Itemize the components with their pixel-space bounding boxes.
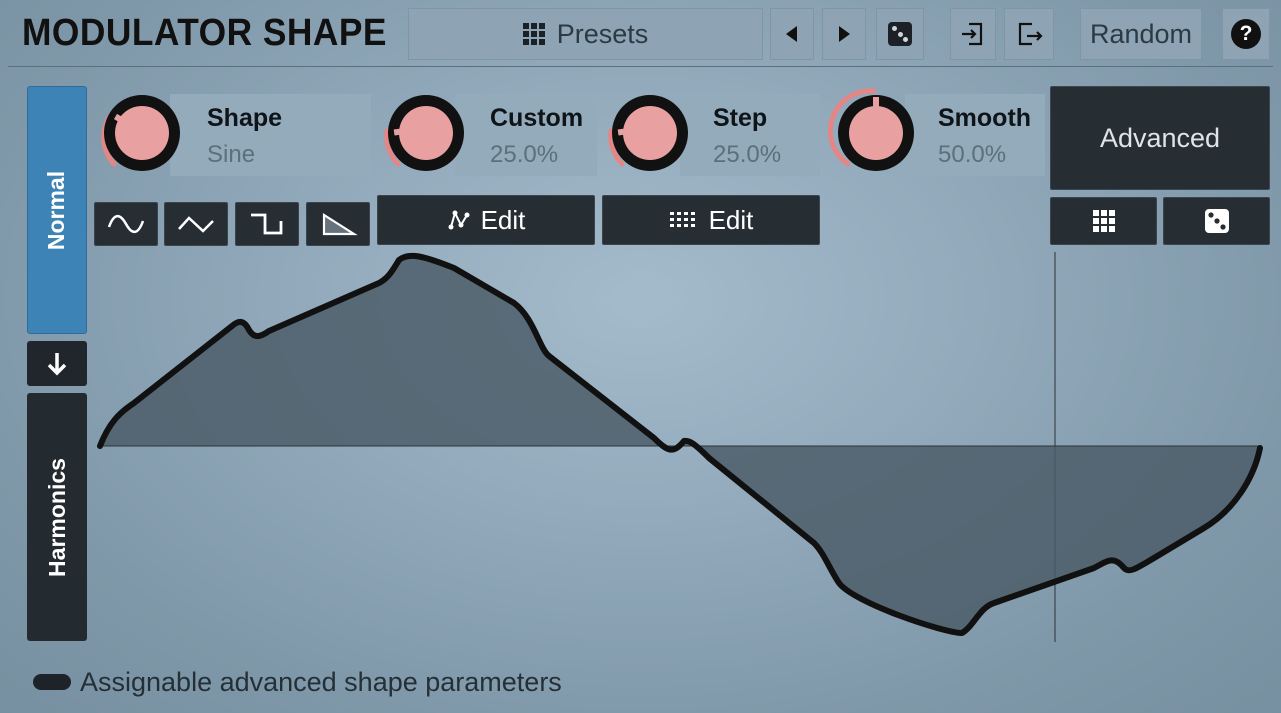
export-icon — [1018, 22, 1043, 46]
advanced-random-button[interactable] — [1163, 197, 1270, 245]
smooth-value: 50.0% — [938, 141, 1007, 168]
assignable-toggle[interactable] — [33, 674, 71, 690]
grid-icon — [1092, 210, 1115, 232]
grid-icon — [522, 23, 545, 45]
edit-custom-button[interactable]: Edit — [377, 195, 595, 245]
waveform-display[interactable] — [94, 248, 1270, 648]
tab-normal[interactable]: Normal — [27, 86, 87, 334]
title-divider — [8, 66, 1273, 67]
prev-icon — [786, 26, 797, 42]
move-down-button[interactable] — [27, 341, 87, 386]
dice-icon — [888, 22, 912, 46]
sine-shape-icon — [107, 214, 145, 234]
smooth-knob[interactable] — [828, 86, 920, 178]
import-icon — [962, 22, 983, 46]
custom-edit-icon — [448, 210, 470, 230]
previous-preset-button[interactable] — [770, 8, 814, 60]
tab-harmonics[interactable]: Harmonics — [27, 393, 87, 641]
advanced-button[interactable]: Advanced — [1050, 86, 1270, 190]
page-title: MODULATOR SHAPE — [22, 12, 387, 54]
import-button[interactable] — [950, 8, 996, 60]
tab-harmonics-label: Harmonics — [43, 457, 70, 577]
edit-custom-label: Edit — [480, 204, 526, 235]
next-preset-button[interactable] — [822, 8, 866, 60]
shape-label: Shape — [207, 104, 283, 132]
export-button[interactable] — [1004, 8, 1054, 60]
shape-knob[interactable] — [94, 86, 186, 178]
step-knob[interactable] — [602, 86, 694, 178]
tab-normal-label: Normal — [43, 170, 70, 250]
assignable-label: Assignable advanced shape parameters — [80, 667, 562, 697]
down-arrow-icon — [47, 352, 67, 375]
saw-shape-icon — [322, 213, 358, 236]
help-icon: ? — [1231, 19, 1261, 49]
saw-shape-button[interactable] — [306, 202, 370, 246]
presets-button[interactable]: Presets — [408, 8, 763, 60]
smooth-label: Smooth — [938, 104, 1032, 132]
next-icon — [839, 26, 850, 42]
custom-value: 25.0% — [490, 141, 559, 168]
edit-step-label: Edit — [708, 204, 754, 235]
custom-label: Custom — [490, 104, 584, 132]
triangle-shape-icon — [178, 216, 214, 233]
triangle-shape-button[interactable] — [164, 202, 228, 246]
sine-shape-button[interactable] — [94, 202, 158, 246]
step-value: 25.0% — [713, 141, 782, 168]
advanced-presets-button[interactable] — [1050, 197, 1157, 245]
square-shape-icon — [251, 213, 283, 235]
step-label: Step — [713, 104, 768, 132]
help-button[interactable]: ? — [1222, 8, 1270, 60]
custom-knob[interactable] — [378, 86, 470, 178]
edit-step-button[interactable]: Edit — [602, 195, 820, 245]
randomize-preset-button[interactable] — [876, 8, 924, 60]
step-edit-icon — [669, 212, 695, 227]
square-shape-button[interactable] — [235, 202, 299, 246]
shape-value: Sine — [207, 141, 256, 168]
random-button[interactable]: Random — [1080, 8, 1202, 60]
presets-label: Presets — [556, 18, 649, 49]
dice-icon — [1204, 209, 1229, 233]
